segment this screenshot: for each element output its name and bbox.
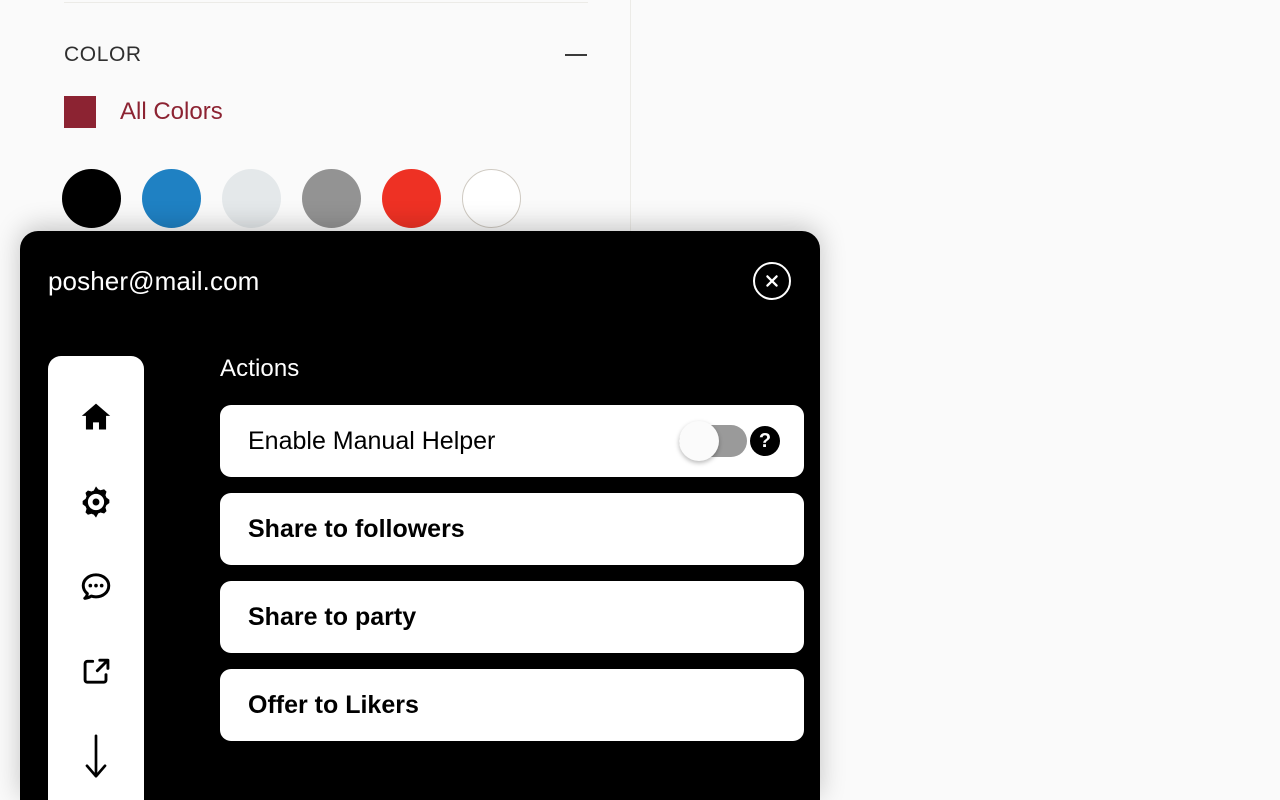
color-swatch-blue[interactable] — [142, 169, 201, 228]
sidebar-item-settings[interactable] — [48, 459, 144, 544]
color-swatch-gray[interactable] — [302, 169, 361, 228]
color-swatch-white[interactable] — [462, 169, 521, 228]
action-button-controls: ? — [679, 421, 780, 461]
gear-icon — [78, 484, 114, 520]
account-actions-modal: posher@mail.com Actions Enable Manual He… — [20, 231, 820, 800]
account-email-label: posher@mail.com — [48, 265, 260, 296]
sidebar-item-home[interactable] — [48, 374, 144, 459]
action-button[interactable]: Share to followers — [220, 493, 804, 565]
close-circle-icon[interactable] — [753, 262, 791, 300]
action-button[interactable]: Enable Manual Helper? — [220, 405, 804, 477]
toggle-knob — [679, 421, 719, 461]
color-swatch-light-gray[interactable] — [222, 169, 281, 228]
arrow-down-icon — [79, 733, 113, 781]
all-colors-filter-item[interactable]: All Colors — [64, 96, 223, 128]
sidebar-item-messages[interactable] — [48, 544, 144, 629]
action-button-label: Share to party — [248, 602, 417, 631]
color-section-header: COLOR — [64, 38, 588, 72]
modal-actions-panel: Actions Enable Manual Helper? Share to fo… — [200, 331, 820, 800]
chat-bubble-icon — [79, 570, 113, 604]
color-swatch-black[interactable] — [62, 169, 121, 228]
minus-icon[interactable] — [564, 43, 588, 67]
manual-helper-toggle[interactable] — [679, 421, 747, 461]
action-button-list: Enable Manual Helper? Share to followers S… — [220, 405, 804, 741]
all-colors-swatch — [64, 96, 96, 128]
color-swatch-red[interactable] — [382, 169, 441, 228]
action-button-label: Offer to Likers — [248, 690, 419, 719]
all-colors-label: All Colors — [120, 98, 223, 125]
sidebar-item-open-external[interactable] — [48, 629, 144, 714]
home-icon — [79, 400, 113, 434]
sidebar-item-download[interactable] — [48, 714, 144, 799]
action-button-label: Share to followers — [248, 514, 465, 543]
action-button-label: Enable Manual Helper — [248, 426, 496, 455]
modal-header: posher@mail.com — [20, 231, 820, 331]
color-swatch-list — [62, 169, 521, 228]
question-mark-circle-icon[interactable]: ? — [750, 426, 780, 456]
action-button[interactable]: Offer to Likers — [220, 669, 804, 741]
color-section-title: COLOR — [64, 43, 142, 66]
external-link-icon — [80, 655, 113, 688]
modal-sidebar-nav — [48, 356, 144, 800]
section-divider — [64, 2, 588, 3]
actions-heading: Actions — [220, 355, 300, 382]
action-button[interactable]: Share to party — [220, 581, 804, 653]
